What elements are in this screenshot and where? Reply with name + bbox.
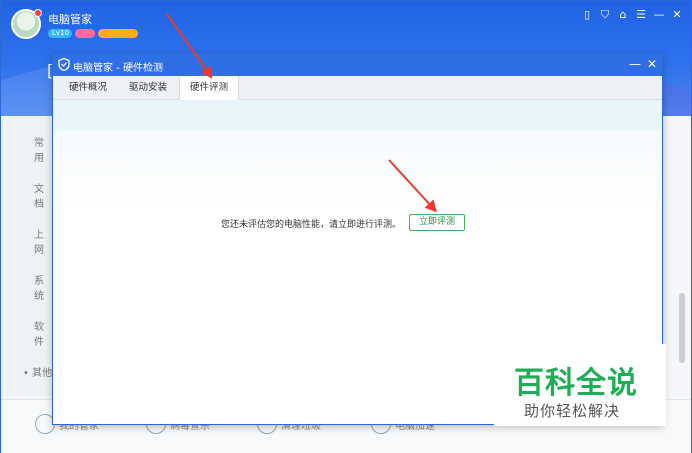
avatar[interactable]: [11, 9, 42, 39]
app-title: 电脑管家: [48, 13, 92, 26]
skin-icon[interactable]: ⌂: [617, 8, 629, 22]
sidebar-item-system[interactable]: 系统: [34, 272, 53, 302]
dialog-tabs: 硬件概况 驱动安装 硬件评测: [53, 76, 662, 101]
tab-hardware-evaluation[interactable]: 硬件评测: [179, 76, 240, 101]
tab-driver-install[interactable]: 驱动安装: [119, 76, 177, 100]
sidebar-item-software[interactable]: 软件: [34, 318, 53, 348]
sidebar-item-internet[interactable]: 上网: [34, 226, 53, 256]
evaluation-message: 您还未评估您的电脑性能，请立即进行评测。: [221, 220, 402, 230]
sidebar-item-common[interactable]: 常用: [34, 134, 53, 164]
sidebar-item-docs[interactable]: 文档: [34, 180, 53, 210]
dialog-titlebar[interactable]: 电脑管家 - 硬件检测 — ✕: [53, 54, 662, 76]
shield-logo-icon: [58, 58, 70, 71]
dialog-title: 电脑管家 - 硬件检测: [73, 63, 163, 74]
dialog-minimize-icon[interactable]: —: [629, 57, 641, 71]
tab-hardware-overview[interactable]: 硬件概况: [59, 76, 117, 100]
scrollbar[interactable]: [679, 293, 685, 363]
level-badges: Lv10: [48, 29, 138, 38]
level-badge: Lv10: [48, 29, 72, 38]
close-icon[interactable]: ✕: [671, 8, 683, 22]
watermark-sub-text: 助你轻松解决: [524, 402, 621, 420]
shield-icon[interactable]: ⛉: [599, 8, 611, 22]
vip-badge: [75, 29, 95, 38]
minimize-icon[interactable]: —: [653, 8, 665, 22]
notification-dot: [34, 9, 42, 17]
sidebar: 常用 文档 上网 系统 软件 • 其他: [1, 116, 53, 396]
watermark-logo: 百科全说 助你轻松解决: [494, 344, 666, 426]
window-controls: ▯ ⛉ ⌂ ☰ — ✕: [581, 8, 683, 22]
menu-icon[interactable]: ☰: [635, 8, 647, 22]
watermark-main-text: 百科全说: [514, 366, 638, 401]
phone-icon[interactable]: ▯: [581, 8, 593, 22]
sidebar-item-other[interactable]: • 其他: [23, 364, 52, 379]
dialog-close-icon[interactable]: ✕: [647, 57, 657, 71]
points-badge: [98, 29, 138, 38]
evaluate-now-button[interactable]: 立即评测: [409, 214, 465, 231]
